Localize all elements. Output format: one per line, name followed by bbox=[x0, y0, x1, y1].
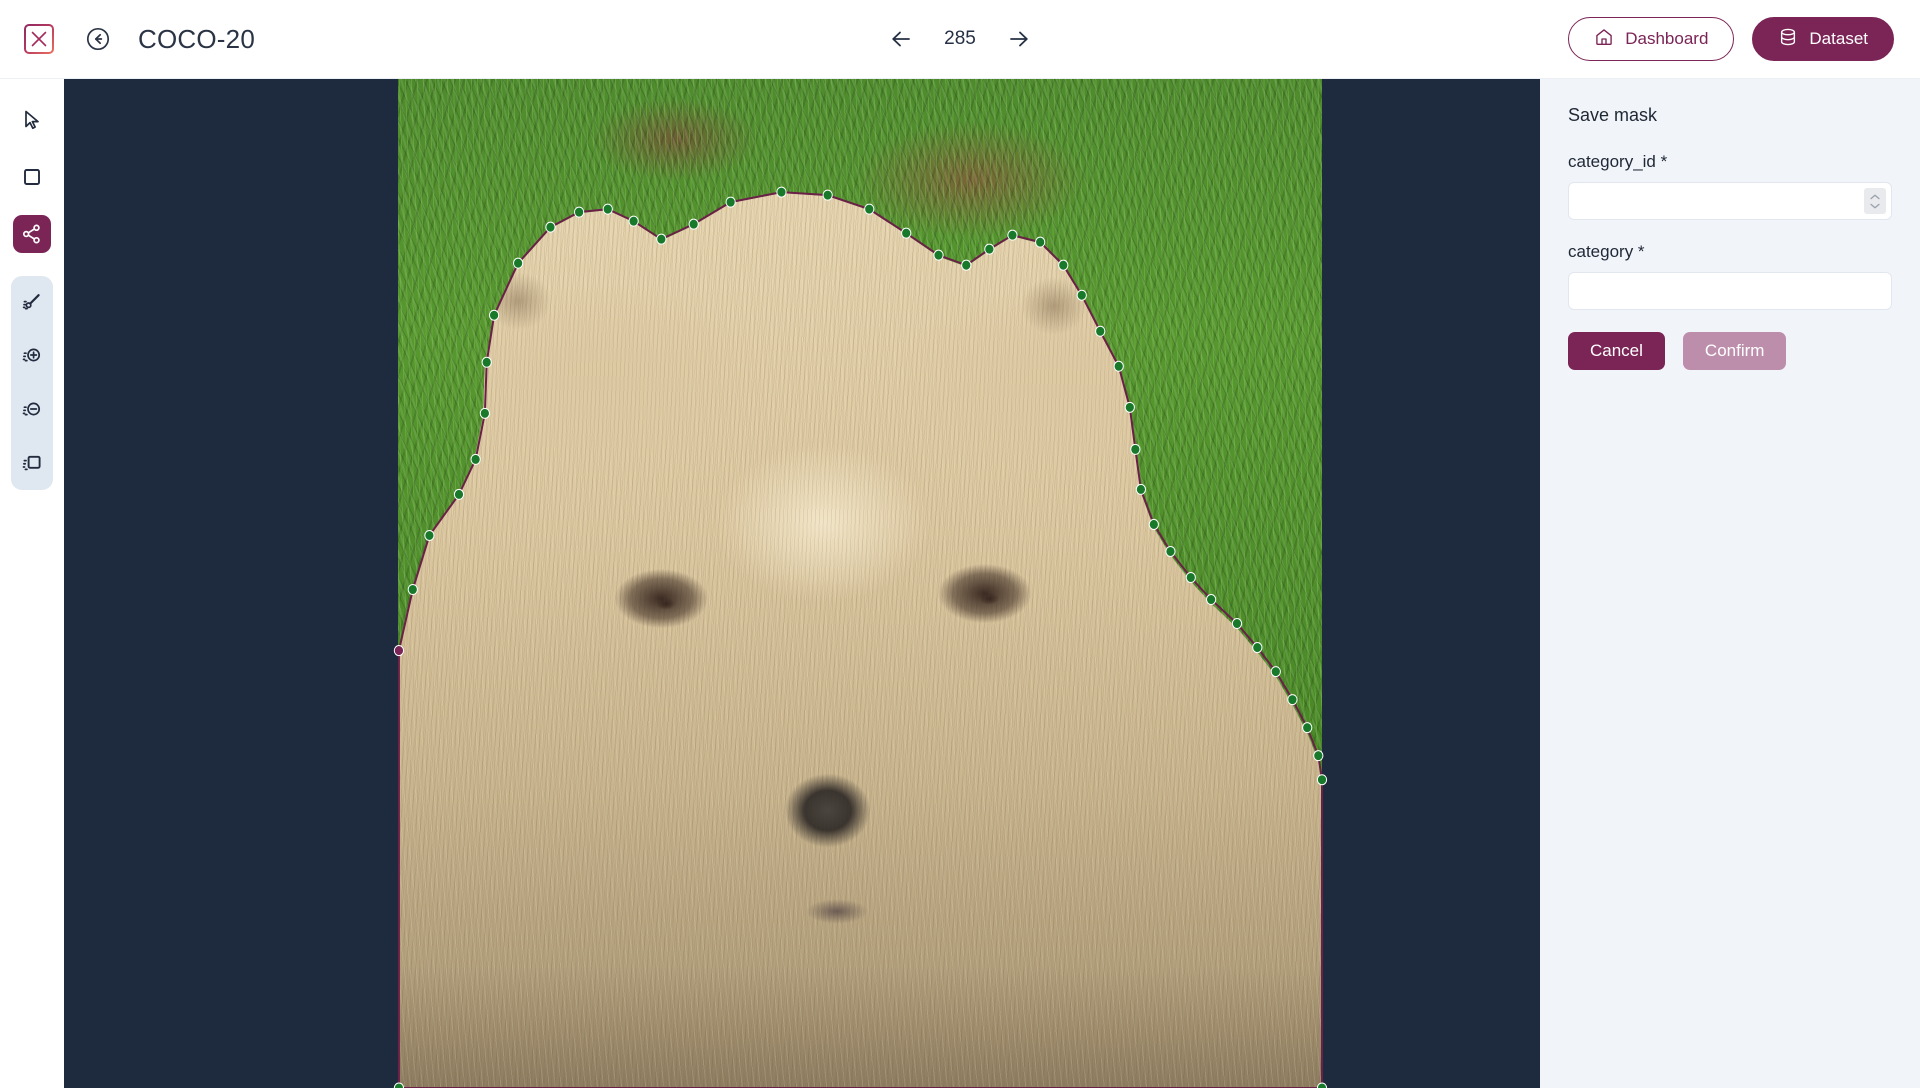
tool-polygon[interactable] bbox=[13, 215, 51, 253]
polygon-vertex[interactable] bbox=[1008, 230, 1017, 240]
polygon-vertex[interactable] bbox=[1149, 519, 1158, 529]
polygon-vertex[interactable] bbox=[657, 234, 666, 244]
panel-title: Save mask bbox=[1568, 105, 1658, 125]
arrow-right-icon[interactable] bbox=[1006, 26, 1032, 52]
polygon-vertex[interactable] bbox=[546, 222, 555, 232]
category-id-stepper[interactable] bbox=[1864, 188, 1886, 214]
chevron-down-icon bbox=[1870, 203, 1880, 208]
polygon-vertex[interactable] bbox=[1059, 260, 1068, 270]
polygon-vertex[interactable] bbox=[1207, 595, 1216, 605]
polygon-vertex[interactable] bbox=[480, 408, 489, 418]
circle-arrow-left-icon[interactable] bbox=[84, 25, 112, 53]
tool-sidebar bbox=[0, 79, 64, 1088]
dashboard-button[interactable]: Dashboard bbox=[1568, 17, 1735, 61]
polygon-vertex[interactable] bbox=[574, 207, 583, 217]
home-icon bbox=[1594, 27, 1614, 52]
panel-actions: Cancel Confirm bbox=[1568, 332, 1892, 370]
chevron-up-icon bbox=[1870, 194, 1880, 199]
polygon-vertex[interactable] bbox=[425, 530, 434, 540]
polygon-vertex[interactable] bbox=[1114, 361, 1123, 371]
polygon-vertex[interactable] bbox=[934, 250, 943, 260]
polygon-vertex[interactable] bbox=[1317, 1083, 1326, 1088]
tool-magic-rectangle[interactable] bbox=[13, 445, 51, 483]
polygon-vertex[interactable] bbox=[1136, 484, 1145, 494]
tool-magic-subtract[interactable] bbox=[13, 391, 51, 429]
polygon-vertex[interactable] bbox=[777, 187, 786, 197]
polygon-vertex[interactable] bbox=[1125, 402, 1134, 412]
polygon-vertex[interactable] bbox=[962, 260, 971, 270]
polygon-vertex[interactable] bbox=[1253, 643, 1262, 653]
polygon-vertex[interactable] bbox=[603, 204, 612, 214]
tool-magic-wand[interactable] bbox=[13, 283, 51, 321]
polygon-vertex[interactable] bbox=[865, 204, 874, 214]
polygon-vertex[interactable] bbox=[408, 585, 417, 595]
polygon-vertex[interactable] bbox=[985, 244, 994, 254]
category-input[interactable] bbox=[1568, 272, 1892, 310]
dataset-button-label: Dataset bbox=[1809, 29, 1868, 48]
polygon-vertex[interactable] bbox=[1232, 619, 1241, 629]
polygon-vertex[interactable] bbox=[1303, 723, 1312, 733]
polygon-vertex[interactable] bbox=[1317, 775, 1326, 785]
polygon-annotation-overlay[interactable] bbox=[398, 79, 1322, 1088]
confirm-button[interactable]: Confirm bbox=[1682, 332, 1787, 370]
page-title: COCO-20 bbox=[138, 23, 255, 54]
magic-tool-group bbox=[11, 276, 53, 490]
frame-index: 285 bbox=[944, 28, 976, 49]
polygon-vertex[interactable] bbox=[394, 1083, 403, 1088]
polygon-vertex[interactable] bbox=[482, 357, 491, 367]
save-mask-panel: Save mask category_id * category * Cance… bbox=[1540, 79, 1920, 1088]
field-category-id: category_id * bbox=[1568, 152, 1892, 220]
header-left-group: COCO-20 bbox=[0, 24, 255, 55]
frame-navigator: 285 bbox=[888, 26, 1032, 52]
dashboard-button-label: Dashboard bbox=[1625, 29, 1709, 48]
polygon-vertex[interactable] bbox=[514, 258, 523, 268]
polygon-vertex[interactable] bbox=[1096, 326, 1105, 336]
polygon-vertex[interactable] bbox=[726, 197, 735, 207]
tool-select-cursor[interactable] bbox=[13, 101, 51, 139]
workspace: Save mask category_id * category * Cance… bbox=[0, 79, 1920, 1088]
polygon-vertex[interactable] bbox=[823, 190, 832, 200]
cancel-button[interactable]: Cancel bbox=[1568, 332, 1665, 370]
category-label: category * bbox=[1568, 242, 1645, 261]
polygon-vertex[interactable] bbox=[689, 219, 698, 229]
arrow-left-icon[interactable] bbox=[888, 26, 914, 52]
polygon-vertex[interactable] bbox=[1288, 695, 1297, 705]
annotated-image[interactable] bbox=[398, 79, 1322, 1088]
polygon-vertex[interactable] bbox=[1036, 237, 1045, 247]
polygon-vertex[interactable] bbox=[1271, 667, 1280, 677]
field-category: category * bbox=[1568, 242, 1892, 310]
polygon-vertex[interactable] bbox=[629, 216, 638, 226]
polygon-outline[interactable] bbox=[399, 192, 1322, 1088]
app-header: COCO-20 285 Dashboard Dataset bbox=[0, 0, 1920, 79]
category-id-input[interactable] bbox=[1568, 182, 1892, 220]
polygon-vertex[interactable] bbox=[489, 310, 498, 320]
polygon-vertex[interactable] bbox=[1131, 444, 1140, 454]
polygon-vertex[interactable] bbox=[902, 228, 911, 238]
database-icon bbox=[1778, 27, 1798, 52]
polygon-vertex[interactable] bbox=[1077, 290, 1086, 300]
annotation-app: COCO-20 285 Dashboard Dataset Save mask … bbox=[0, 0, 1920, 1088]
tool-rectangle[interactable] bbox=[13, 158, 51, 196]
image-canvas[interactable] bbox=[64, 79, 1540, 1088]
polygon-vertex[interactable] bbox=[394, 646, 403, 656]
polygon-vertices[interactable] bbox=[394, 187, 1326, 1088]
polygon-vertex[interactable] bbox=[454, 489, 463, 499]
polygon-vertex[interactable] bbox=[1314, 751, 1323, 761]
polygon-vertex[interactable] bbox=[1166, 546, 1175, 556]
category-id-label: category_id * bbox=[1568, 152, 1668, 171]
x-logo-icon[interactable] bbox=[24, 24, 54, 54]
polygon-vertex[interactable] bbox=[471, 454, 480, 464]
dataset-button[interactable]: Dataset bbox=[1752, 17, 1894, 61]
tool-magic-add[interactable] bbox=[13, 337, 51, 375]
polygon-vertex[interactable] bbox=[1186, 572, 1195, 582]
header-actions: Dashboard Dataset bbox=[1568, 17, 1920, 61]
